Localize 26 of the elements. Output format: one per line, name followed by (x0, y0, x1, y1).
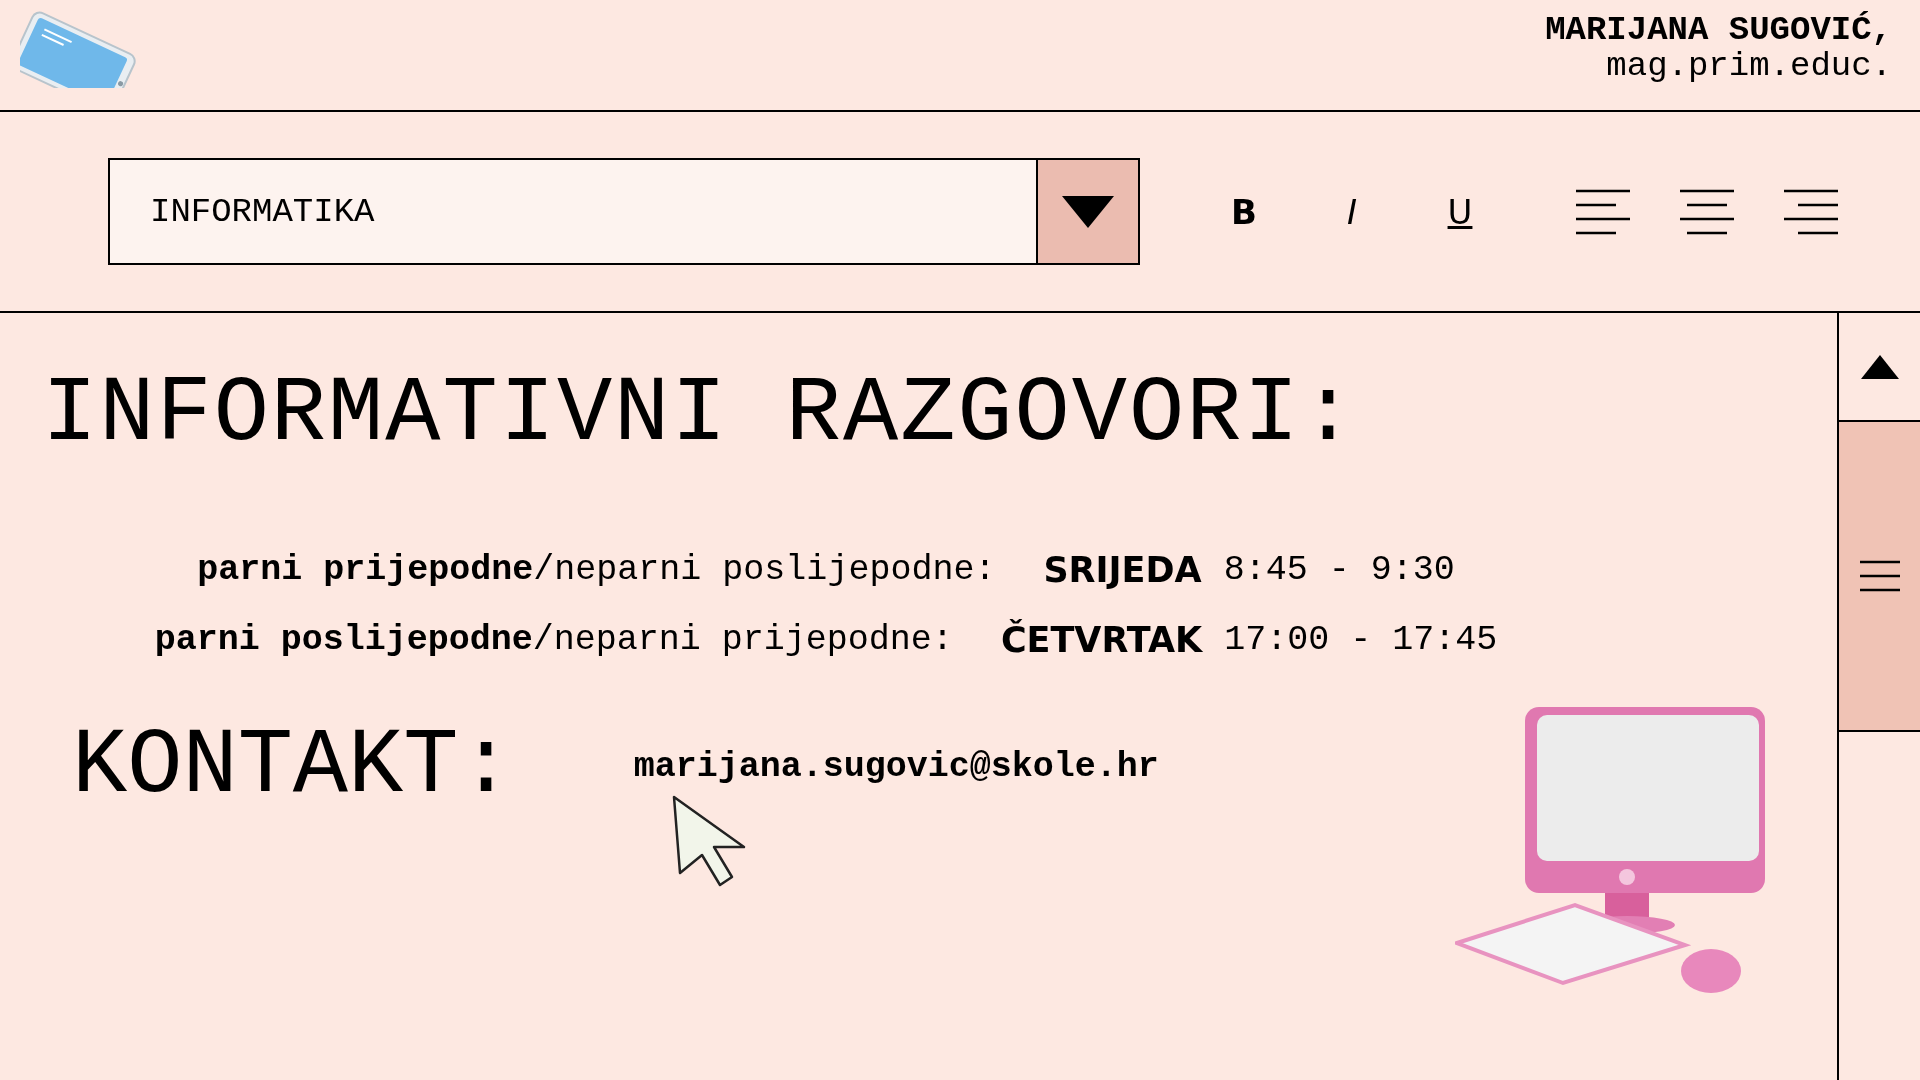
schedule-time: 8:45 - 9:30 (1223, 549, 1455, 592)
cursor-icon (671, 795, 748, 887)
format-button[interactable]: B (1220, 181, 1268, 242)
author-name: MARIJANA SUGOVIĆ, (1545, 12, 1892, 48)
email-link[interactable]: marijana.sugovic@skole.hr (633, 745, 1159, 789)
up-arrow-icon (1860, 354, 1899, 379)
schedule-day: SRIJEDA (1043, 535, 1202, 605)
schedule-groups: parni prijepodne/neparni poslijepodne: (197, 535, 996, 605)
scroll-thumb[interactable] (1839, 420, 1920, 732)
menu-icon (1859, 560, 1900, 592)
subject-dropdown[interactable]: INFORMATIKA (108, 158, 1140, 265)
scrollbar[interactable] (1837, 313, 1920, 1080)
format-button[interactable]: U (1436, 181, 1484, 242)
schedule-time: 17:00 - 17:45 (1224, 619, 1498, 662)
author-title: mag.prim.educ. (1606, 48, 1892, 84)
contact-heading: KONTAKT: (72, 717, 514, 817)
dropdown-value: INFORMATIKA (149, 191, 376, 233)
page-heading: INFORMATIVNI RAZGOVORI: (42, 365, 1359, 465)
dropdown-button[interactable] (1036, 160, 1138, 263)
text-align-icon[interactable] (1576, 188, 1630, 235)
caret-icon (1062, 195, 1114, 228)
text-align-icon[interactable] (1680, 188, 1734, 235)
schedule-day: ČETVRTAK (1000, 605, 1203, 675)
schedule-groups: parni poslijepodne/neparni prijepodne: (154, 605, 953, 675)
text-align-icon[interactable] (1784, 188, 1838, 235)
format-button[interactable]: I (1328, 181, 1376, 242)
